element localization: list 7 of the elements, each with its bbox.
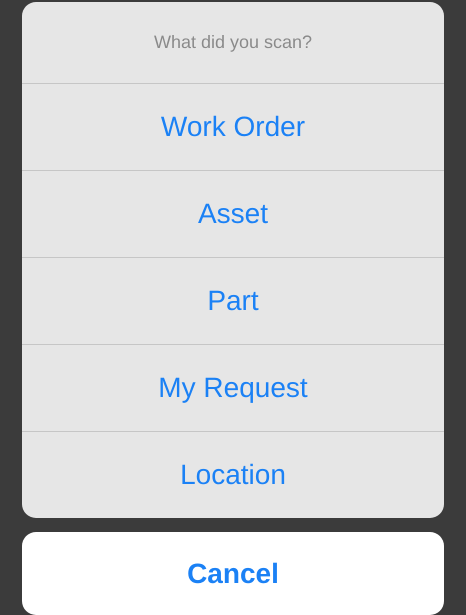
option-button[interactable]: Work Order <box>22 83 444 170</box>
cancel-button[interactable]: Cancel <box>22 532 444 615</box>
option-button[interactable]: My Request <box>22 344 444 431</box>
option-button[interactable]: Asset <box>22 170 444 257</box>
option-button[interactable]: Location <box>22 431 444 518</box>
sheet-title: What did you scan? <box>152 31 314 54</box>
option-button[interactable]: Part <box>22 257 444 344</box>
